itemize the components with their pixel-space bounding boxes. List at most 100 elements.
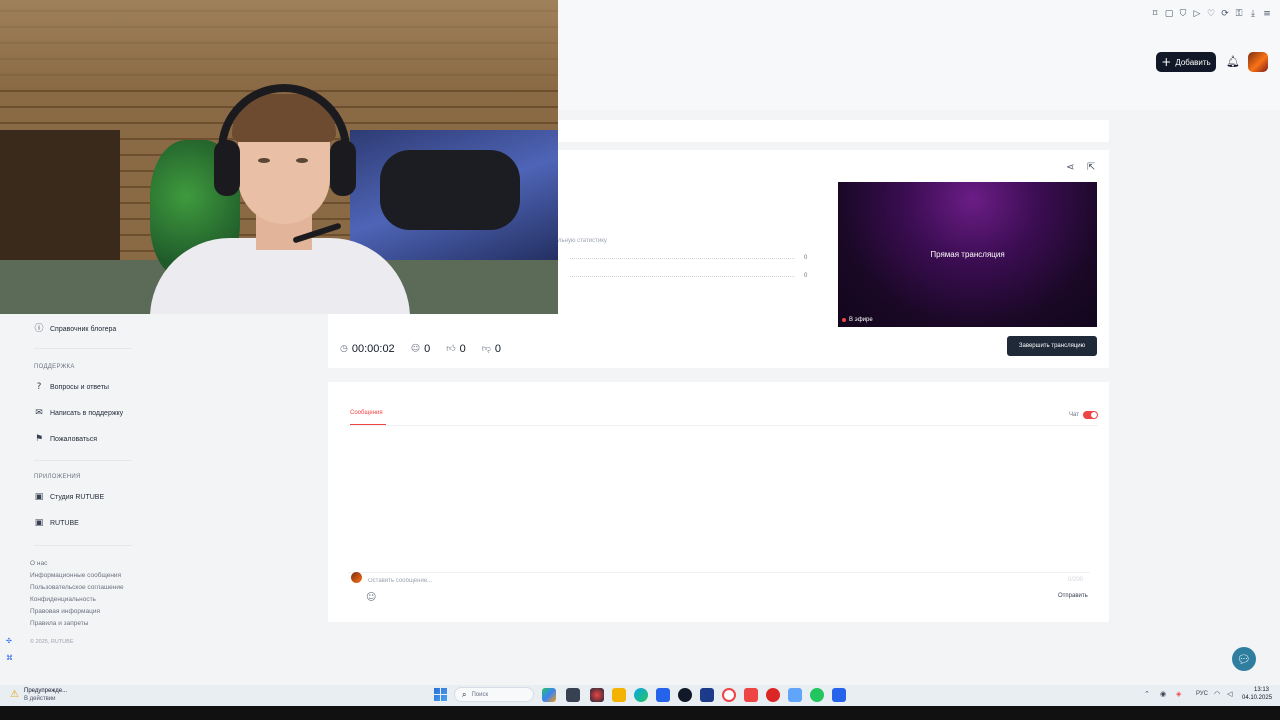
message-input[interactable]: [368, 575, 1058, 586]
sidebar-divider: [34, 545, 132, 546]
player-title: Прямая трансляция: [930, 250, 1005, 259]
screen-bottom-edge: [0, 706, 1280, 720]
bell-icon[interactable]: 🔔︎: [1226, 55, 1240, 69]
taskbar-app-whatsapp-icon[interactable]: [810, 688, 824, 702]
webcam-person-eye: [296, 158, 308, 163]
flag-icon: ⚑: [34, 434, 44, 444]
sidebar-item-rutube[interactable]: ▣ RUTUBE: [34, 516, 79, 530]
sidebar-item-report[interactable]: ⚑ Пожаловаться: [34, 432, 97, 446]
taskbar-app-chrome-icon[interactable]: [590, 688, 604, 702]
taskbar-app-yandex-icon[interactable]: [744, 688, 758, 702]
chat-card: [328, 382, 1109, 622]
rutube-icon: ▣: [34, 518, 44, 528]
add-button[interactable]: + Добавить: [1156, 52, 1216, 72]
side-tool-icon[interactable]: ✣: [6, 637, 12, 645]
chat-toggle[interactable]: [1083, 411, 1098, 419]
taskbar-app-explorer-icon[interactable]: [612, 688, 626, 702]
footer-link-privacy[interactable]: Конфиденциальность: [30, 596, 96, 603]
clock-icon: ◷: [340, 344, 348, 354]
stream-metrics: ◷ 00:00:02 ☺ 0 👍︎ 0 👎︎ 0: [340, 342, 517, 356]
download-icon[interactable]: ⤓: [1248, 8, 1258, 20]
volume-icon[interactable]: ◁: [1227, 690, 1232, 698]
search-icon: ⌕: [462, 689, 467, 699]
footer-link-rules[interactable]: Правила и запреты: [30, 620, 88, 627]
chat-toggle-label: Чат: [1069, 412, 1079, 418]
footer-link-terms[interactable]: Пользовательское соглашение: [30, 584, 124, 591]
taskbar-app-shield-icon[interactable]: [788, 688, 802, 702]
stat-row-line: [570, 276, 795, 277]
sidebar-divider: [34, 460, 132, 461]
metric-dislikes: 👎︎ 0: [482, 343, 501, 355]
windows-start-icon[interactable]: [434, 688, 447, 701]
browser-extension-icons: ⌑ ▢ ⛉ ▷ ♡ ⟳ ⚿ ⤓ ≡: [1150, 8, 1272, 20]
stream-player[interactable]: Прямая трансляция В эфире: [838, 182, 1097, 327]
input-divider: [348, 572, 1090, 573]
reader-icon[interactable]: ▢: [1164, 8, 1174, 20]
share-icon[interactable]: ⋖: [1066, 162, 1074, 173]
side-tool-icon[interactable]: ⌘: [6, 654, 13, 662]
commenter-avatar: [351, 572, 362, 583]
lock-icon[interactable]: ⚿: [1234, 8, 1244, 20]
tray-app-icon[interactable]: ◉: [1160, 690, 1166, 698]
taskbar-app-player-icon[interactable]: [678, 688, 692, 702]
plus-icon: +: [1161, 55, 1172, 69]
user-avatar[interactable]: [1248, 52, 1268, 72]
end-stream-button[interactable]: Завершить трансляцию: [1007, 336, 1097, 356]
metric-viewers: ☺ 0: [411, 343, 431, 355]
tab-messages[interactable]: Сообщения: [350, 410, 383, 416]
taskbar-app-widgets-icon[interactable]: [542, 688, 556, 702]
webcam-jacket: [380, 150, 520, 230]
help-chat-icon[interactable]: 💬︎: [1232, 647, 1256, 671]
wifi-icon[interactable]: ◠: [1214, 690, 1220, 698]
top-strip-card: [558, 120, 1109, 142]
char-count: 0/200: [1068, 577, 1084, 583]
shield-icon[interactable]: ⛉: [1178, 8, 1188, 20]
taskbar-app-opera-icon[interactable]: [722, 688, 736, 702]
stat-row-line: [570, 258, 795, 259]
taskbar-app-store-icon[interactable]: [656, 688, 670, 702]
bookmark-icon[interactable]: ⌑: [1150, 8, 1160, 20]
taskbar-clock-date[interactable]: 04.10.2025: [1242, 695, 1272, 701]
sidebar-item-studio[interactable]: ▣ Студия RUTUBE: [34, 490, 104, 504]
sidebar-item-blogger-guide[interactable]: ⓘ Справочник блогера: [34, 322, 116, 336]
question-icon: ?: [36, 382, 42, 392]
warning-icon[interactable]: ⚠: [10, 689, 19, 700]
play-icon[interactable]: ▷: [1192, 8, 1202, 20]
tray-alert-icon[interactable]: ◈: [1176, 690, 1181, 698]
sidebar-item-label: Студия RUTUBE: [50, 493, 105, 501]
taskbar-app-red-icon[interactable]: [766, 688, 780, 702]
sidebar-divider: [34, 348, 132, 349]
sidebar-item-write-support[interactable]: ✉ Написать в поддержку: [34, 406, 123, 420]
live-dot-icon: [842, 318, 846, 322]
weather-widget-title[interactable]: Предупрежде...: [24, 688, 67, 694]
heart-icon[interactable]: ♡: [1206, 8, 1216, 20]
taskbar-search-placeholder: Поиск: [471, 691, 489, 698]
taskbar-clock-time[interactable]: 13:13: [1254, 687, 1269, 693]
duration-value: 00:00:02: [351, 343, 395, 355]
sidebar-heading-support: ПОДДЕРЖКА: [34, 364, 75, 370]
footer-link-about[interactable]: О нас: [30, 560, 47, 567]
footer-link-legal[interactable]: Правовая информация: [30, 608, 100, 615]
likes-value: 0: [459, 343, 466, 355]
emoji-icon[interactable]: ☺: [366, 592, 376, 603]
external-link-icon[interactable]: ⇱: [1087, 162, 1095, 173]
sidebar-heading-apps: ПРИЛОЖЕНИЯ: [34, 474, 81, 480]
taskbar-app-taskview-icon[interactable]: [566, 688, 580, 702]
taskbar-search[interactable]: ⌕ Поиск: [454, 687, 534, 702]
taskbar-app-generic-icon[interactable]: [832, 688, 846, 702]
live-badge-label: В эфире: [849, 317, 873, 323]
send-button[interactable]: Отправить: [1058, 593, 1088, 599]
webcam-person-eye: [258, 158, 270, 163]
menu-icon[interactable]: ≡: [1262, 8, 1272, 20]
viewers-value: 0: [424, 343, 431, 355]
taskbar-app-steam-icon[interactable]: [700, 688, 714, 702]
footer-link-info[interactable]: Информационные сообщения: [30, 572, 121, 579]
taskbar-app-edge-icon[interactable]: [634, 688, 648, 702]
language-indicator[interactable]: РУС: [1196, 691, 1208, 697]
sync-icon[interactable]: ⟳: [1220, 8, 1230, 20]
sidebar-item-label: Вопросы и ответы: [50, 383, 109, 391]
tray-chevron-icon[interactable]: ⌃: [1144, 690, 1150, 698]
sidebar-item-faq[interactable]: ? Вопросы и ответы: [34, 380, 109, 394]
stats-link[interactable]: льную статистику: [558, 238, 607, 244]
sidebar-item-label: Справочник блогера: [50, 325, 117, 333]
